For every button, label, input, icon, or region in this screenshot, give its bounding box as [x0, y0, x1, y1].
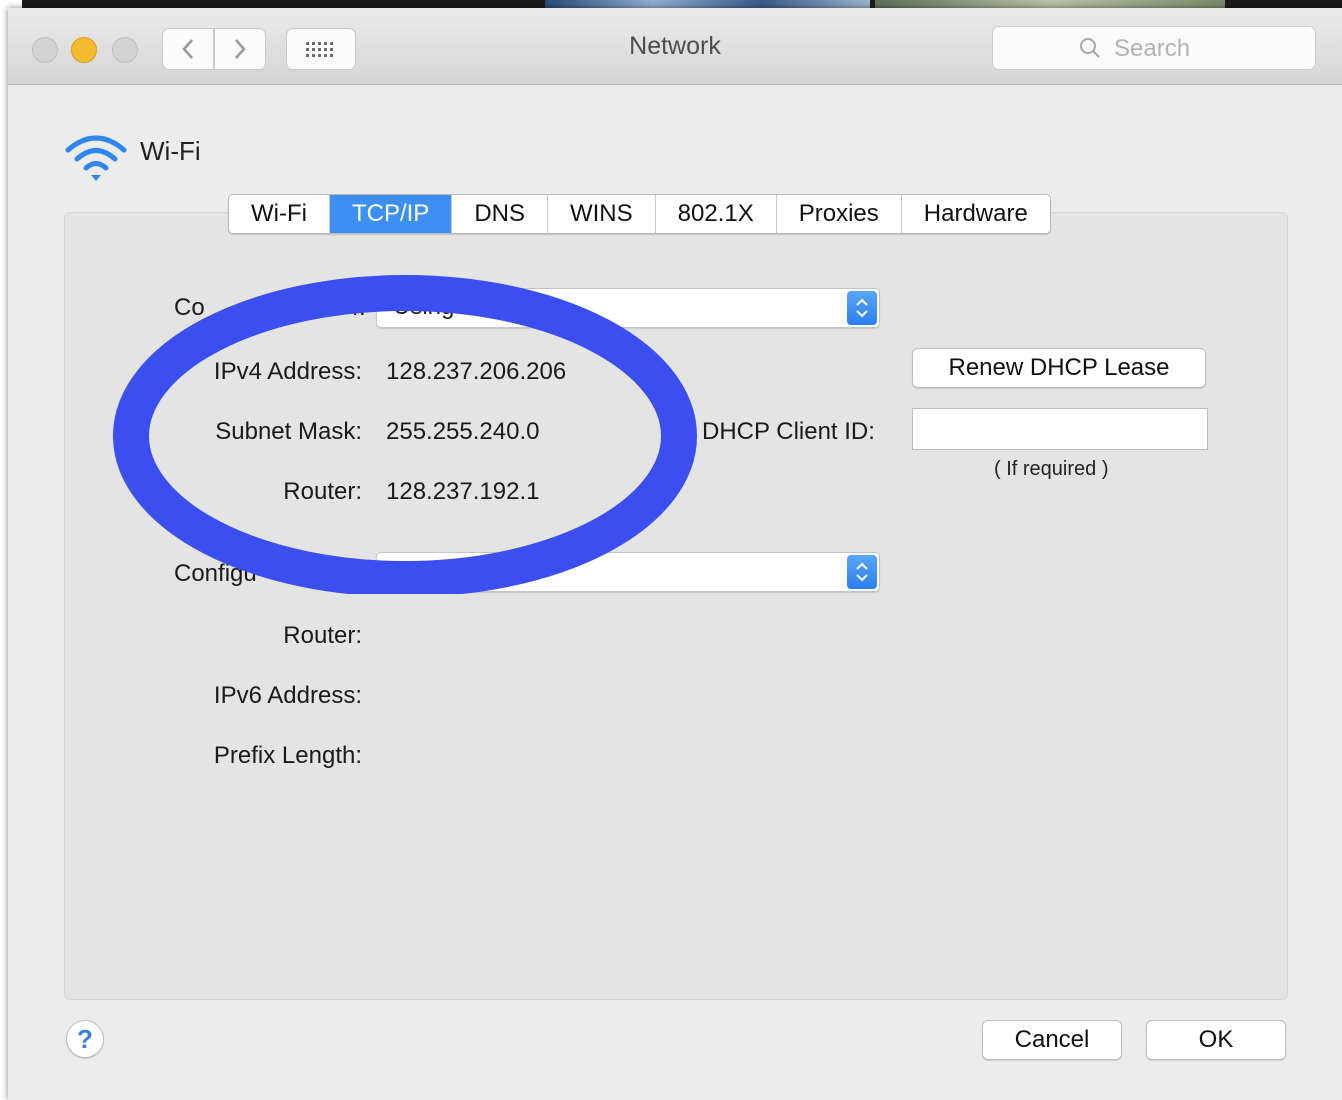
configure-ipv4-value: Using D — [393, 293, 479, 320]
popup-arrows-icon — [847, 555, 877, 589]
configure-ipv4-label-end: e IPv4: — [291, 294, 366, 321]
tab-proxies[interactable]: Proxies — [776, 195, 902, 233]
dhcp-client-id-hint: ( If required ) — [994, 458, 1109, 480]
popup-arrows-icon — [847, 291, 877, 325]
configure-ipv6-label: Configu — [174, 560, 257, 587]
background-window-strip — [0, 0, 1342, 8]
renew-dhcp-lease-button[interactable]: Renew DHCP Lease — [912, 348, 1206, 388]
configure-ipv6-popup[interactable]: ally — [376, 552, 880, 592]
wifi-icon — [65, 135, 127, 181]
ipv6-router-label: Router: — [283, 622, 362, 649]
ipv4-address-value: 128.237.206.206 — [386, 358, 567, 385]
search-icon — [1080, 38, 1100, 58]
tab-8021x[interactable]: 802.1X — [655, 195, 777, 233]
title-bar: Network Search — [8, 8, 1342, 85]
network-preferences-window: Network Search Wi-Fi Wi-Fi TCP/IP DNS WI… — [8, 8, 1342, 1100]
tab-wifi[interactable]: Wi-Fi — [229, 195, 330, 233]
search-field[interactable]: Search — [992, 26, 1316, 70]
cancel-button[interactable]: Cancel — [982, 1020, 1122, 1060]
background-image — [545, 0, 870, 8]
dhcp-client-id-label: DHCP Client ID: — [702, 418, 875, 445]
configure-ipv4-popup[interactable]: Using D — [376, 288, 880, 328]
tab-dns[interactable]: DNS — [452, 195, 548, 233]
subnet-mask-value: 255.255.240.0 — [386, 418, 540, 445]
tab-wins[interactable]: WINS — [547, 195, 656, 233]
ipv4-address-label: IPv4 Address: — [213, 358, 362, 385]
tab-hardware[interactable]: Hardware — [901, 195, 1050, 233]
tab-tcpip[interactable]: TCP/IP — [329, 195, 453, 233]
configure-ipv6-value: ally — [495, 557, 532, 584]
prefix-length-label: Prefix Length: — [213, 742, 362, 769]
search-placeholder: Search — [1114, 35, 1191, 62]
background-image — [875, 0, 1225, 8]
ipv4-router-value: 128.237.192.1 — [386, 478, 540, 505]
help-button[interactable]: ? — [66, 1020, 104, 1058]
ipv4-router-label: Router: — [283, 478, 362, 505]
ok-button[interactable]: OK — [1146, 1020, 1286, 1060]
dhcp-client-id-field[interactable] — [912, 408, 1208, 450]
ipv6-address-label: IPv6 Address: — [213, 682, 362, 709]
subnet-mask-label: Subnet Mask: — [215, 418, 362, 445]
tab-bar: Wi-Fi TCP/IP DNS WINS 802.1X Proxies Har… — [228, 194, 1051, 234]
settings-panel — [64, 212, 1288, 1000]
configure-ipv4-label-start: Co — [174, 294, 205, 321]
service-name: Wi-Fi — [140, 136, 201, 166]
